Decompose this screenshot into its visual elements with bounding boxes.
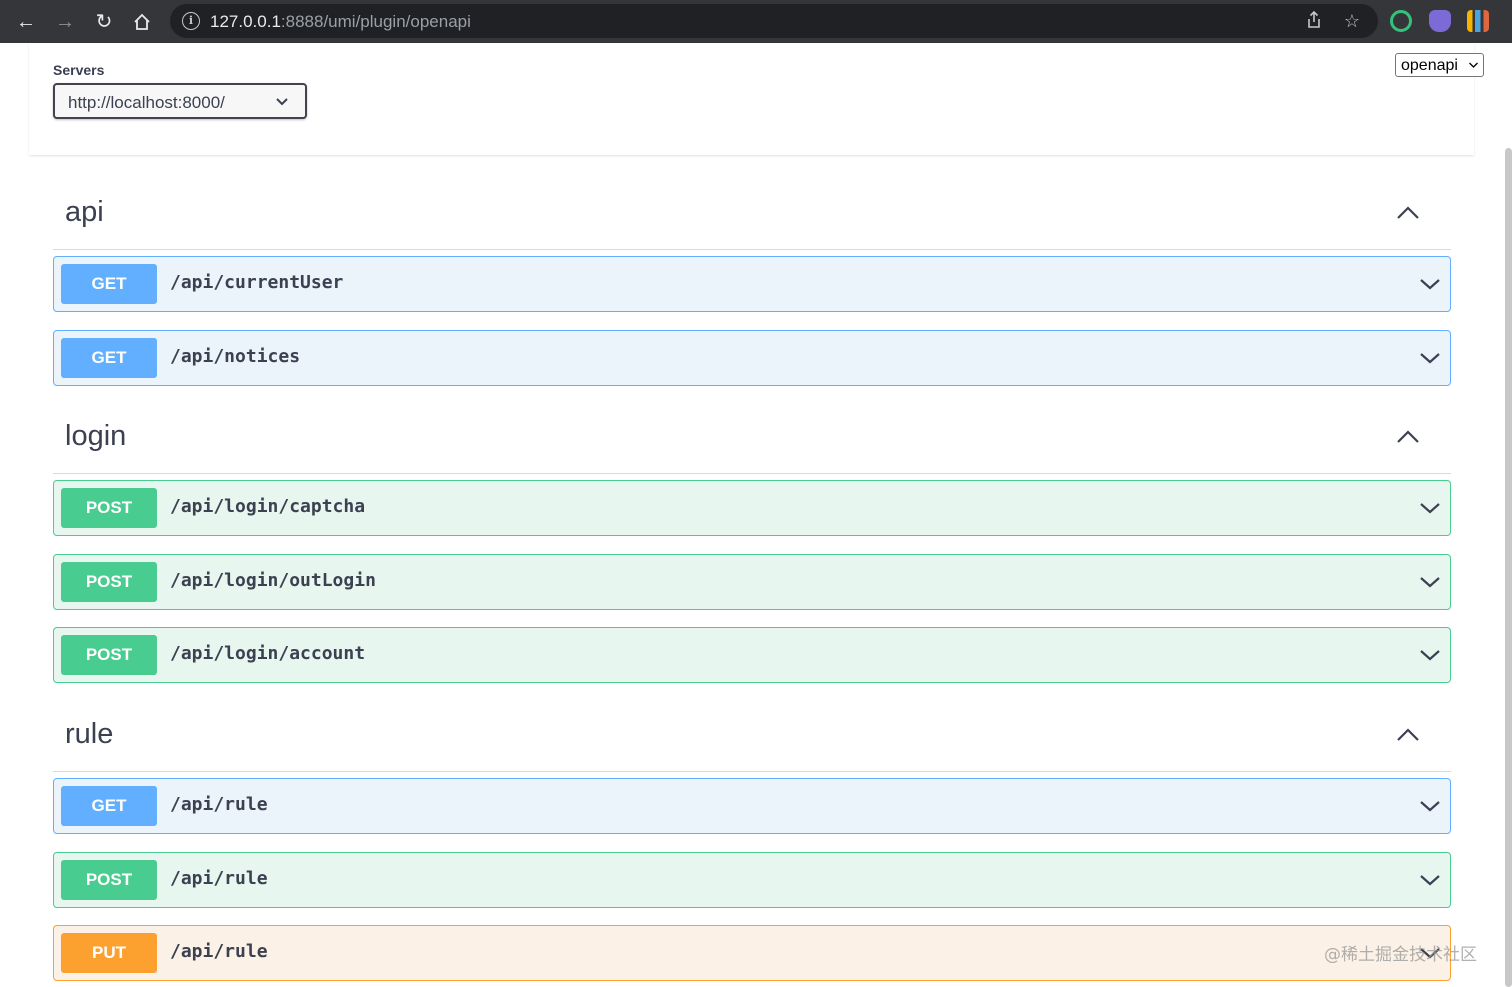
chevron-down-icon: [275, 91, 289, 114]
operation-path: /api/login/captcha: [170, 496, 366, 517]
url-text[interactable]: 127.0.0.1:8888/umi/plugin/openapi: [210, 12, 471, 32]
tag-title-api[interactable]: api: [65, 196, 104, 229]
spec-select[interactable]: openapi: [1395, 53, 1484, 77]
chevron-down-icon[interactable]: [1418, 647, 1442, 663]
operation-post-api-login-captcha[interactable]: POST /api/login/captcha: [53, 480, 1451, 536]
method-badge: POST: [61, 860, 157, 900]
operation-put-api-rule[interactable]: PUT /api/rule: [53, 925, 1451, 981]
operation-path: /api/rule: [170, 868, 268, 889]
tag-divider: [53, 473, 1451, 474]
servers-label: Servers: [53, 62, 105, 78]
operation-get-api-notices[interactable]: GET /api/notices: [53, 330, 1451, 386]
watermark: @稀土掘金技术社区: [1324, 945, 1477, 965]
tag-divider: [53, 249, 1451, 250]
operation-path: /api/login/account: [170, 643, 366, 664]
tag-divider: [53, 771, 1451, 772]
reload-icon[interactable]: ↻: [90, 8, 118, 36]
method-badge: GET: [61, 786, 157, 826]
operation-path: /api/rule: [170, 794, 268, 815]
back-arrow-icon[interactable]: ←: [12, 8, 40, 36]
home-icon[interactable]: [128, 8, 156, 36]
forward-arrow-icon[interactable]: →: [51, 8, 79, 36]
address-bar[interactable]: i 127.0.0.1:8888/umi/plugin/openapi ☆: [170, 4, 1378, 38]
chevron-up-icon[interactable]: [1395, 204, 1421, 222]
method-badge: GET: [61, 338, 157, 378]
chevron-up-icon[interactable]: [1395, 428, 1421, 446]
browser-toolbar: ← → ↻ i 127.0.0.1:8888/umi/plugin/openap…: [0, 0, 1512, 43]
operation-get-api-currentuser[interactable]: GET /api/currentUser: [53, 256, 1451, 312]
scrollbar[interactable]: [1505, 148, 1512, 987]
operation-path: /api/login/outLogin: [170, 570, 376, 591]
operation-post-api-login-outlogin[interactable]: POST /api/login/outLogin: [53, 554, 1451, 610]
operation-get-api-rule[interactable]: GET /api/rule: [53, 778, 1451, 834]
chevron-down-icon[interactable]: [1418, 798, 1442, 814]
chevron-down-icon: [1468, 57, 1479, 76]
operation-path: /api/rule: [170, 941, 268, 962]
chevron-down-icon[interactable]: [1418, 350, 1442, 366]
operation-post-api-rule[interactable]: POST /api/rule: [53, 852, 1451, 908]
operation-path: /api/notices: [170, 346, 301, 367]
method-badge: POST: [61, 488, 157, 528]
operation-post-api-login-account[interactable]: POST /api/login/account: [53, 627, 1451, 683]
extension-github-icon[interactable]: [1429, 10, 1451, 32]
method-badge: POST: [61, 635, 157, 675]
operation-path: /api/currentUser: [170, 272, 344, 293]
chevron-up-icon[interactable]: [1395, 726, 1421, 744]
servers-select[interactable]: http://localhost:8000/: [53, 83, 307, 119]
chevron-down-icon[interactable]: [1418, 500, 1442, 516]
chevron-down-icon[interactable]: [1418, 276, 1442, 292]
method-badge: GET: [61, 264, 157, 304]
method-badge: POST: [61, 562, 157, 602]
tag-title-rule[interactable]: rule: [65, 718, 113, 751]
spec-select-value: openapi: [1401, 57, 1458, 74]
tag-title-login[interactable]: login: [65, 420, 126, 453]
extension-books-icon[interactable]: [1467, 10, 1489, 32]
bookmark-star-icon[interactable]: ☆: [1341, 10, 1363, 32]
chevron-down-icon[interactable]: [1418, 872, 1442, 888]
method-badge: PUT: [61, 933, 157, 973]
servers-select-value: http://localhost:8000/: [68, 93, 225, 112]
extension-target-icon[interactable]: [1390, 10, 1412, 32]
site-info-icon[interactable]: i: [182, 12, 200, 30]
share-icon[interactable]: [1303, 10, 1325, 32]
chevron-down-icon[interactable]: [1418, 574, 1442, 590]
